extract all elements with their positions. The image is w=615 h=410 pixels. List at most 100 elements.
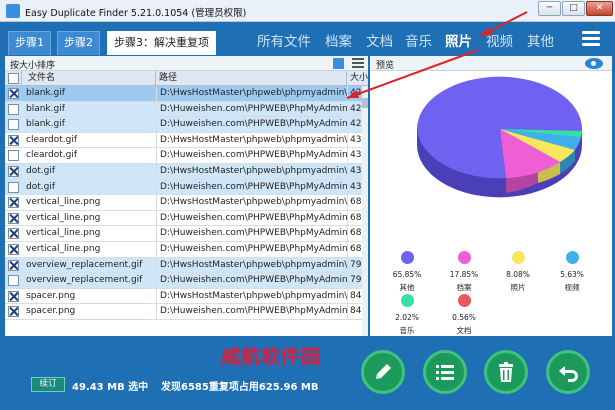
- file-path-cell: D:\Huweishen.com\PHPWEB\PhpMyAdmin\...: [156, 179, 347, 195]
- renew-button[interactable]: 续订: [31, 377, 65, 392]
- column-header-size[interactable]: 大小: [347, 71, 368, 86]
- file-size-cell: 79: [347, 273, 362, 289]
- row-checkbox[interactable]: [8, 275, 19, 287]
- app-icon: [6, 4, 20, 18]
- found-summary-text: 发现6585重复项占用625.96 MB: [161, 382, 319, 393]
- legend-label: 文档: [456, 326, 472, 335]
- file-path-cell: D:\Huweishen.com\PHPWEB\PhpMyAdmin\...: [156, 304, 347, 320]
- step1-tab[interactable]: 步骤1: [8, 31, 51, 55]
- row-checkbox[interactable]: [8, 259, 19, 271]
- file-name-cell: overview_replacement.gif: [26, 259, 143, 270]
- menu-icon[interactable]: [582, 31, 600, 46]
- file-name-cell: spacer.png: [26, 306, 76, 317]
- selected-size-text: 49.43 MB 选中: [72, 382, 149, 393]
- table-row[interactable]: spacer.png D:\Huweishen.com\PHPWEB\PhpMyA…: [5, 304, 362, 320]
- file-size-cell: 68: [347, 226, 362, 242]
- row-checkbox[interactable]: [8, 212, 19, 224]
- maximize-button[interactable]: □: [562, 1, 585, 16]
- legend-pct: 0.56%: [452, 313, 476, 322]
- step2-tab[interactable]: 步骤2: [57, 31, 100, 55]
- row-checkbox[interactable]: [8, 228, 19, 240]
- file-name-cell: dot.gif: [26, 181, 55, 192]
- row-checkbox[interactable]: [8, 306, 19, 318]
- grid-view-icon[interactable]: [333, 58, 344, 69]
- table-row[interactable]: overview_replacement.gif D:\HwsHostMaster…: [5, 257, 362, 274]
- file-path-cell: D:\Huweishen.com\PHPWEB\PhpMyAdmin\...: [156, 148, 347, 164]
- legend-pct: 8.08%: [506, 270, 530, 279]
- row-checkbox[interactable]: [8, 119, 19, 131]
- preview-pane: 65.85% 其他 17.85% 档案 8.08% 照片 5.63% 视频 2.…: [370, 71, 612, 336]
- table-row[interactable]: dot.gif D:\HwsHostMaster\phpweb\phpmyadmi…: [5, 164, 362, 180]
- undo-icon: [559, 366, 578, 382]
- eye-icon[interactable]: [585, 58, 603, 69]
- table-row[interactable]: overview_replacement.gif D:\Huweishen.com…: [5, 273, 362, 289]
- delete-button[interactable]: [484, 350, 528, 394]
- table-row[interactable]: spacer.png D:\HwsHostMaster\phpweb\phpmya…: [5, 288, 362, 305]
- category-other[interactable]: 其他: [527, 30, 554, 50]
- row-checkbox[interactable]: [8, 166, 19, 177]
- legend-label: 照片: [510, 283, 526, 292]
- file-name-cell: vertical_line.png: [26, 244, 101, 254]
- category-photos[interactable]: 照片: [445, 30, 472, 50]
- category-music[interactable]: 音乐: [405, 30, 432, 50]
- row-checkbox[interactable]: [8, 197, 19, 209]
- row-checkbox[interactable]: [8, 134, 19, 146]
- category-documents[interactable]: 文档: [366, 30, 393, 50]
- table-row[interactable]: dot.gif D:\Huweishen.com\PHPWEB\PhpMyAdmi…: [5, 179, 362, 196]
- file-path-cell: D:\Huweishen.com\PHPWEB\PhpMyAdmin\...: [156, 117, 347, 133]
- table-row[interactable]: blank.gif D:\HwsHostMaster\phpweb\phpmyad…: [5, 86, 362, 102]
- table-row[interactable]: blank.gif D:\Huweishen.com\PHPWEB\PhpMyAd…: [5, 101, 362, 118]
- table-row[interactable]: vertical_line.png D:\Huweishen.com\PHPWEB…: [5, 242, 362, 258]
- row-checkbox[interactable]: [8, 88, 19, 99]
- row-checkbox[interactable]: [8, 150, 19, 162]
- legend-music: 2.02% 音乐: [382, 294, 432, 336]
- table-row[interactable]: vertical_line.png D:\Huweishen.com\PHPWEB…: [5, 226, 362, 242]
- table-scrollbar[interactable]: [362, 86, 368, 336]
- file-name-cell: dot.gif: [26, 166, 55, 176]
- file-name-cell: cleardot.gif: [26, 150, 78, 161]
- legend-photos: 8.08% 照片: [493, 251, 543, 293]
- category-videos[interactable]: 视频: [486, 30, 513, 50]
- category-archives[interactable]: 档案: [325, 30, 352, 50]
- file-size-cell: 43: [347, 132, 362, 148]
- list-actions-button[interactable]: [423, 350, 467, 394]
- pencil-icon: [376, 364, 391, 379]
- file-size-cell: 68: [347, 242, 362, 257]
- step3-tab[interactable]: 步骤3：解决重复项: [107, 31, 216, 55]
- legend-archives: 17.85% 档案: [439, 251, 489, 293]
- legend-dot: [565, 251, 579, 264]
- table-row[interactable]: blank.gif D:\Huweishen.com\PHPWEB\PhpMyAd…: [5, 117, 362, 133]
- row-checkbox[interactable]: [8, 103, 19, 115]
- column-header-path[interactable]: 路径: [156, 71, 347, 86]
- file-size-cell: 84: [347, 288, 362, 304]
- legend-dot: [400, 294, 414, 307]
- column-header-name[interactable]: 文件名: [22, 71, 156, 86]
- close-button[interactable]: ✕: [586, 1, 613, 16]
- list-view-icon[interactable]: [352, 58, 364, 69]
- watermark-text: 威航软件园: [221, 346, 322, 368]
- table-row[interactable]: cleardot.gif D:\HwsHostMaster\phpweb\phpm…: [5, 132, 362, 149]
- legend-label: 视频: [564, 283, 580, 292]
- select-all-header[interactable]: [5, 71, 22, 86]
- row-checkbox[interactable]: [8, 290, 19, 302]
- minimize-button[interactable]: ─: [538, 1, 561, 16]
- file-size-cell: 42: [347, 86, 362, 101]
- select-all-checkbox[interactable]: [8, 73, 19, 84]
- scrollbar-thumb[interactable]: [362, 98, 368, 108]
- trash-icon: [499, 362, 513, 382]
- file-name-cell: vertical_line.png: [26, 228, 101, 239]
- file-path-cell: D:\Huweishen.com\PHPWEB\PhpMyAdmin\...: [156, 101, 347, 117]
- undo-button[interactable]: [546, 350, 590, 394]
- sort-by-size-label[interactable]: 按大小排序: [10, 58, 55, 71]
- row-checkbox[interactable]: [8, 181, 19, 193]
- legend-documents: 0.56% 文档: [439, 294, 489, 336]
- edit-button[interactable]: [361, 350, 405, 394]
- table-row[interactable]: vertical_line.png D:\Huweishen.com\PHPWEB…: [5, 210, 362, 227]
- row-checkbox[interactable]: [8, 244, 19, 255]
- category-all-files[interactable]: 所有文件: [257, 30, 311, 50]
- file-path-cell: D:\Huweishen.com\PHPWEB\PhpMyAdmin\...: [156, 210, 347, 226]
- table-row[interactable]: vertical_line.png D:\HwsHostMaster\phpweb…: [5, 195, 362, 211]
- legend-pct: 5.63%: [560, 270, 584, 279]
- list-icon: [436, 365, 454, 380]
- table-row[interactable]: cleardot.gif D:\Huweishen.com\PHPWEB\PhpM…: [5, 148, 362, 164]
